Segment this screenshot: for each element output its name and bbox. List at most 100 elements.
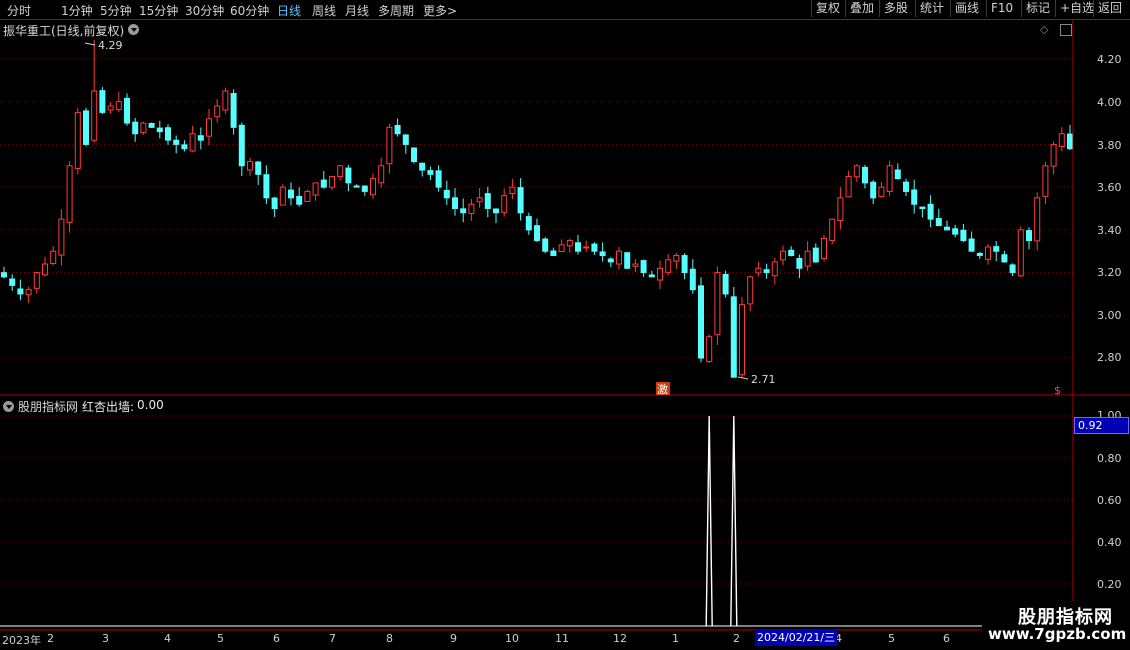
candle <box>993 241 1000 262</box>
candle-body <box>698 285 704 359</box>
candle <box>279 184 286 206</box>
candle <box>542 237 549 254</box>
candle <box>853 164 860 182</box>
candle <box>148 122 155 128</box>
candle <box>337 165 344 181</box>
candle-body <box>214 105 221 118</box>
candle-body <box>517 187 524 214</box>
candle-body <box>25 289 32 296</box>
candle-body <box>845 175 852 198</box>
candle-body <box>402 134 409 145</box>
candle-body <box>796 258 803 269</box>
candle-body <box>894 169 901 180</box>
candle-body <box>115 101 122 111</box>
candle-body <box>722 273 729 295</box>
candle-body <box>985 246 991 260</box>
y-tick-main: 3.00 <box>1097 309 1122 322</box>
candle <box>1009 263 1016 277</box>
candle <box>944 220 950 231</box>
candle-body <box>583 246 590 249</box>
candle-body <box>222 90 229 111</box>
candle <box>763 263 770 279</box>
candle-body <box>903 181 909 192</box>
candle <box>1 266 7 279</box>
candle-body <box>640 260 647 274</box>
candle <box>804 241 811 271</box>
candle <box>435 165 442 192</box>
candle <box>99 87 106 115</box>
candle-body <box>944 226 950 231</box>
candle-body <box>386 126 393 165</box>
candle <box>1017 226 1024 277</box>
candle-body <box>91 90 98 141</box>
candle <box>878 181 885 198</box>
candle <box>329 175 335 191</box>
candle <box>1067 124 1073 150</box>
candle-body <box>747 276 754 305</box>
candle-body <box>886 165 893 192</box>
cursor-date-label: 2024/02/21/三 <box>755 630 838 646</box>
candle <box>599 242 606 262</box>
candle <box>534 218 540 243</box>
candle <box>501 188 508 217</box>
candle <box>206 108 212 146</box>
candle-body <box>279 186 286 206</box>
candle-body <box>829 218 836 242</box>
candle <box>263 165 270 205</box>
x-tick: 1 <box>672 632 679 645</box>
candle <box>370 173 376 200</box>
candle <box>230 89 237 135</box>
candle-body <box>673 254 680 262</box>
candle <box>976 252 983 259</box>
candle-body <box>1026 230 1032 242</box>
candle-body <box>935 218 942 227</box>
candle <box>714 266 721 346</box>
y-tick-main: 3.80 <box>1097 139 1122 152</box>
candle <box>222 87 229 114</box>
candle <box>33 271 40 294</box>
candle-body <box>1067 133 1073 150</box>
candle <box>50 246 57 266</box>
indicator-current-value: 0.92 <box>1074 417 1129 434</box>
candle-body <box>616 250 622 265</box>
x-tick: 7 <box>329 632 336 645</box>
stock-chart-svg[interactable]: 4.29 2.71 激 $ <box>0 0 1130 650</box>
candle <box>296 187 303 207</box>
candle-body <box>337 165 344 178</box>
x-tick: 2023年 <box>2 634 41 647</box>
candle <box>689 259 696 294</box>
candle <box>378 157 385 188</box>
x-tick: 12 <box>613 632 627 645</box>
candle-body <box>509 186 516 195</box>
candlestick-series <box>1 39 1073 378</box>
candle-body <box>124 97 130 124</box>
dollar-tag: $ <box>1054 384 1061 397</box>
y-tick-main: 3.60 <box>1097 181 1122 194</box>
candle-body <box>706 336 713 363</box>
candle <box>165 124 171 145</box>
candle <box>25 286 32 304</box>
candle-body <box>140 122 147 133</box>
candle <box>197 127 204 150</box>
candle <box>780 245 786 266</box>
candle <box>952 224 959 238</box>
candle <box>402 134 409 154</box>
candle <box>156 120 163 139</box>
candle-body <box>271 197 278 209</box>
candle <box>312 182 319 201</box>
candle-body <box>156 127 163 133</box>
watermark-url: www.7gpzb.com <box>988 625 1127 643</box>
candle <box>173 135 180 154</box>
candle <box>1042 161 1049 205</box>
candle <box>788 246 795 257</box>
candle-body <box>591 243 598 252</box>
candle-body <box>247 161 253 171</box>
candle-body <box>1034 197 1041 242</box>
candle <box>1026 227 1032 250</box>
candle <box>460 198 467 223</box>
candle-body <box>255 161 262 175</box>
candle <box>583 240 590 252</box>
candle <box>665 254 672 276</box>
candle-body <box>648 274 655 278</box>
candle <box>911 179 918 214</box>
